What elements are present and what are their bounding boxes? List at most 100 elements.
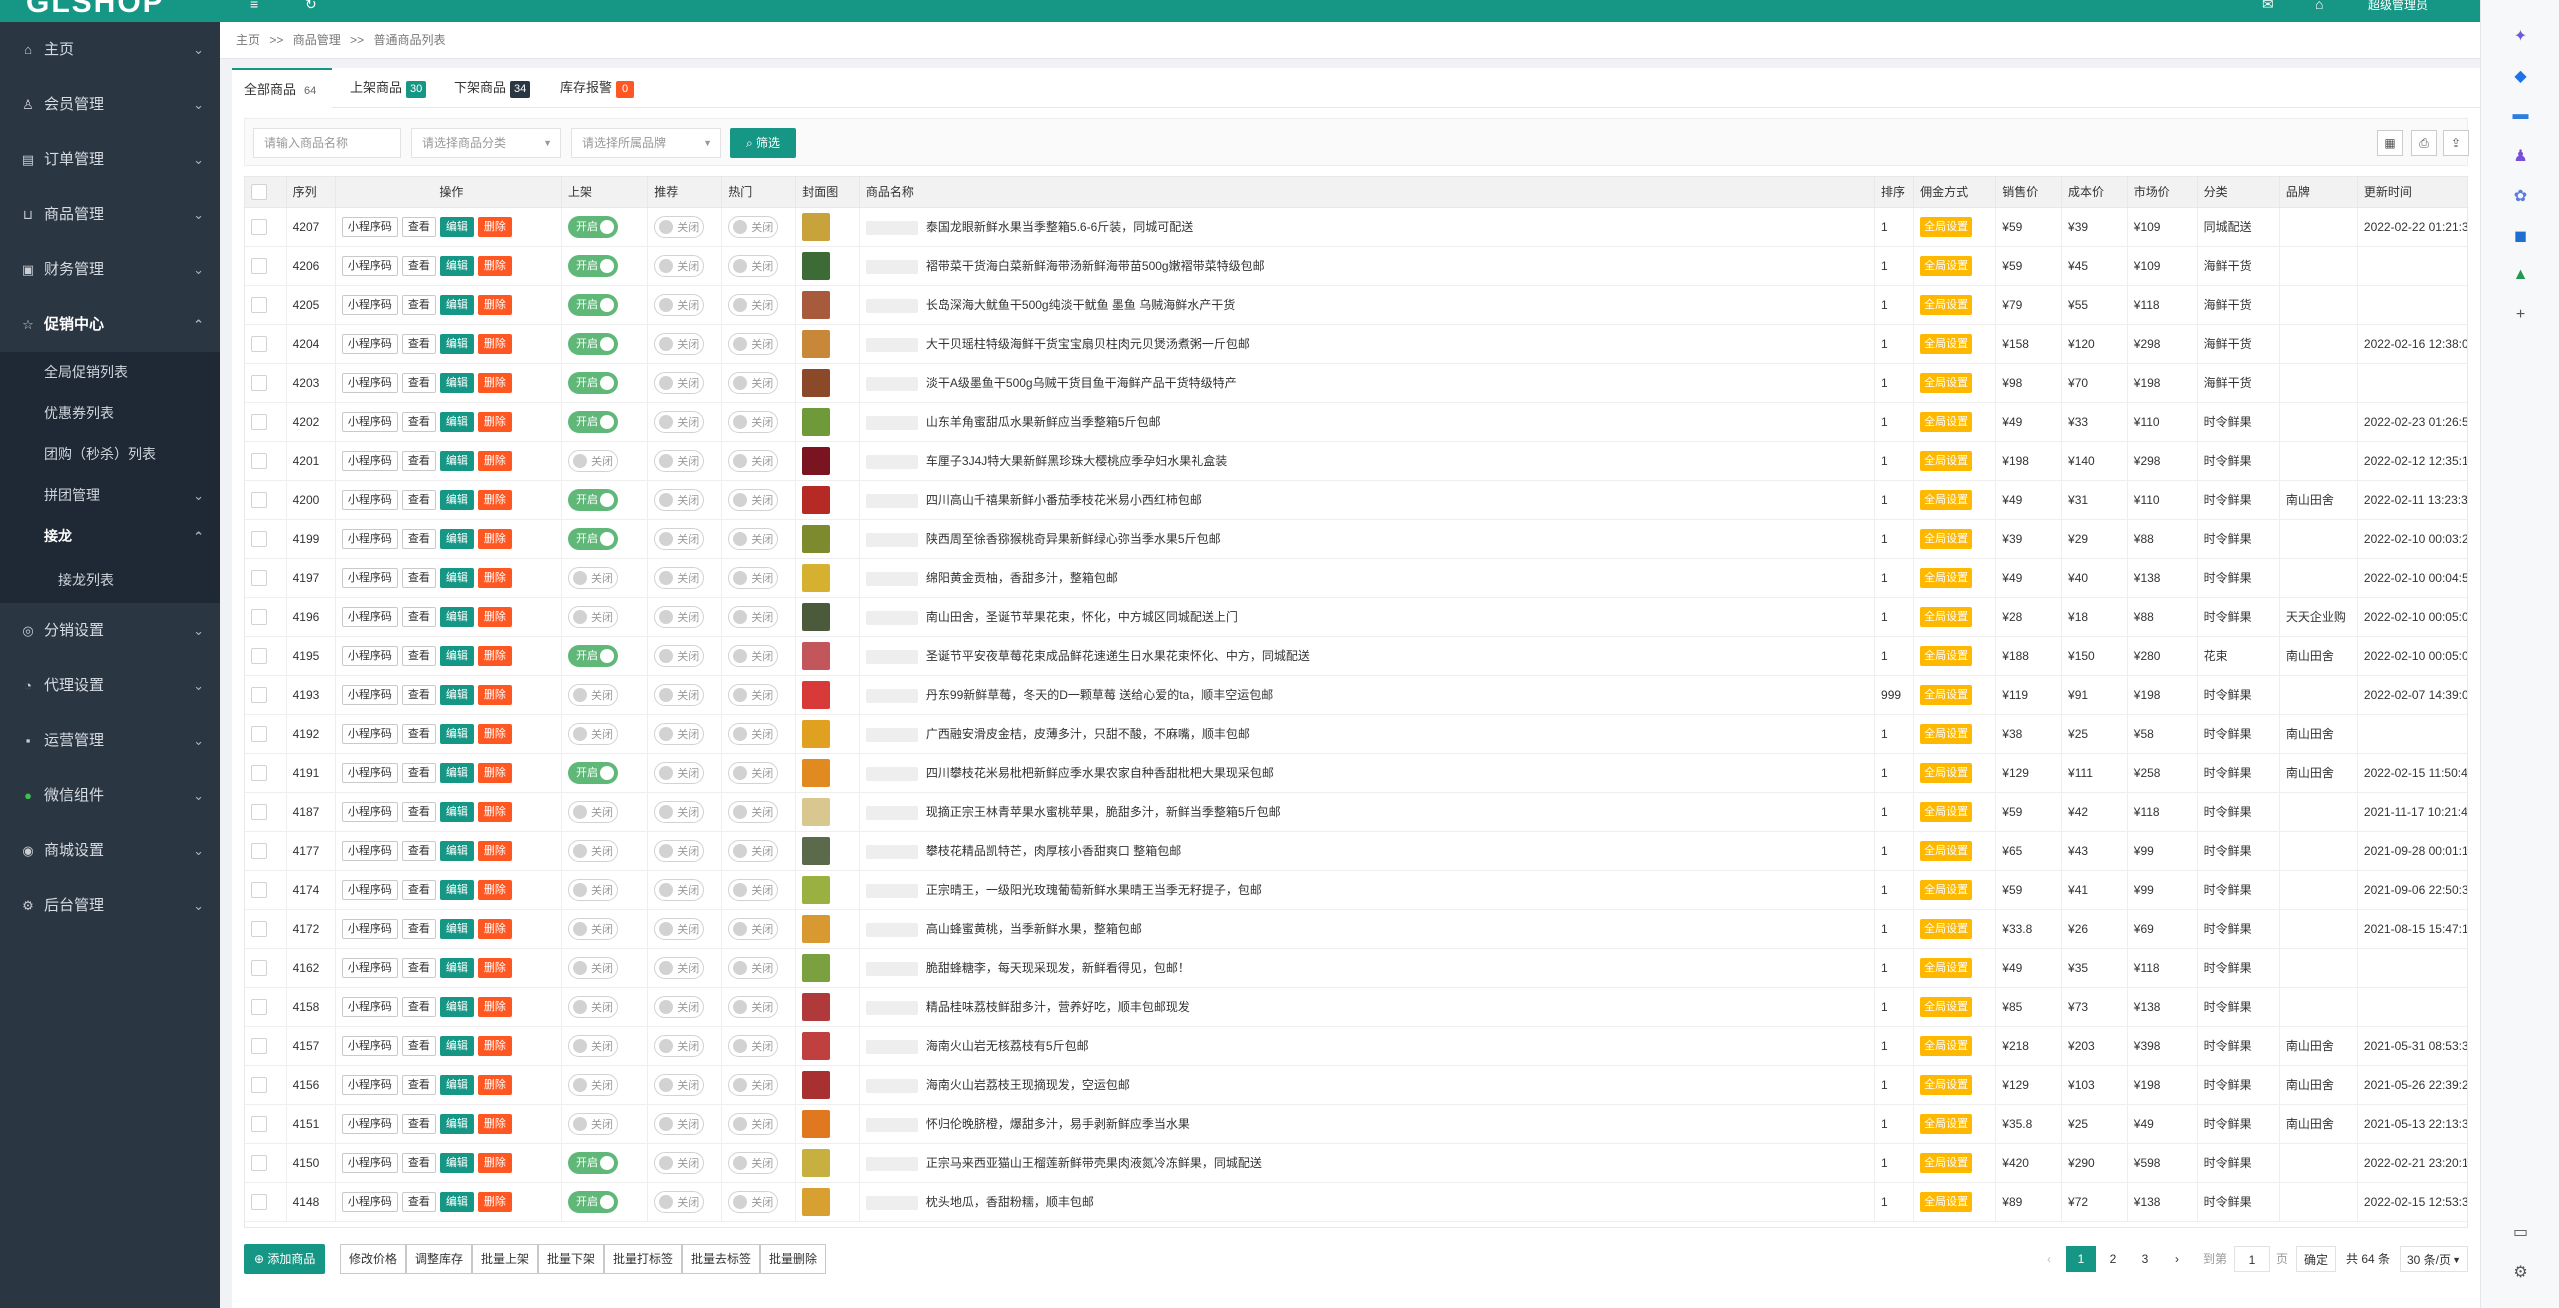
commission-button[interactable]: 全局设置 [1920,489,1973,510]
commission-button[interactable]: 全局设置 [1920,723,1973,744]
delete-button[interactable]: 删除 [477,255,512,276]
cost-cell[interactable]: ¥55 [2061,285,2128,325]
shelf-toggle[interactable]: 关闭 [567,917,618,940]
column-header[interactable]: 排序 [1874,177,1915,208]
view-button[interactable]: 查看 [401,489,436,510]
shelf-toggle[interactable]: 开启 [567,1190,618,1213]
product-thumbnail[interactable] [802,407,831,436]
row-checkbox[interactable] [251,491,267,508]
view-button[interactable]: 查看 [401,996,436,1017]
mini-program-code-button[interactable]: 小程序码 [341,489,398,510]
commission-button[interactable]: 全局设置 [1920,1074,1973,1095]
cost-cell[interactable]: ¥140 [2061,441,2128,481]
product-name[interactable]: 褶带菜干货海白菜新鲜海带汤新鲜海带苗500g嫩褶带菜特级包邮 [926,259,1265,273]
select-all-checkbox[interactable] [251,183,267,200]
product-thumbnail[interactable] [802,992,831,1021]
batch-delete-button[interactable]: 批量删除 [760,1244,827,1274]
row-checkbox[interactable] [251,374,267,391]
shelf-toggle[interactable]: 开启 [567,1151,618,1174]
market-price-cell[interactable]: ¥118 [2127,948,2198,988]
view-button[interactable]: 查看 [401,294,436,315]
market-price-cell[interactable]: ¥598 [2127,1143,2198,1183]
sort-cell[interactable]: 1 [1874,909,1915,949]
product-name[interactable]: 泰国龙眼新鲜水果当季整箱5.6-6斤装，同城可配送 [926,220,1193,234]
recommend-toggle[interactable]: 关闭 [654,722,705,745]
market-price-cell[interactable]: ¥99 [2127,870,2198,910]
row-checkbox[interactable] [251,218,267,235]
recommend-toggle[interactable]: 关闭 [654,449,705,472]
recommend-toggle[interactable]: 关闭 [654,332,705,355]
cost-cell[interactable]: ¥150 [2061,636,2128,676]
recommend-toggle[interactable]: 关闭 [654,1190,705,1213]
cost-cell[interactable]: ¥39 [2061,207,2128,247]
shelf-toggle[interactable]: 开启 [567,644,618,667]
sort-cell[interactable]: 1 [1874,1182,1915,1222]
cost-cell[interactable]: ¥290 [2061,1143,2128,1183]
price-cell[interactable]: ¥33.8 [1995,909,2063,949]
hot-toggle[interactable]: 关闭 [728,878,779,901]
cost-cell[interactable]: ¥103 [2061,1065,2128,1105]
delete-button[interactable]: 删除 [477,1191,512,1212]
sidebar-item-distribution[interactable]: ◎ 分销设置 ⌄ [0,603,220,658]
cost-cell[interactable]: ¥45 [2061,246,2128,286]
view-button[interactable]: 查看 [401,450,436,471]
row-checkbox[interactable] [251,959,267,976]
view-button[interactable]: 查看 [401,333,436,354]
shelf-toggle[interactable]: 开启 [567,332,618,355]
cost-cell[interactable]: ¥29 [2061,519,2128,559]
product-thumbnail[interactable] [802,563,831,592]
price-cell[interactable]: ¥35.8 [1995,1104,2063,1144]
row-checkbox[interactable] [251,452,267,469]
recommend-toggle[interactable]: 关闭 [654,527,705,550]
commission-button[interactable]: 全局设置 [1920,957,1973,978]
price-cell[interactable]: ¥59 [1995,207,2063,247]
edit-button[interactable]: 编辑 [439,918,474,939]
product-name[interactable]: 海南火山岩荔枝王现摘现发，空运包邮 [926,1078,1130,1092]
row-checkbox[interactable] [251,803,267,820]
sidebar-item-products[interactable]: ⊔ 商品管理 ⌄ [0,187,220,242]
product-thumbnail[interactable] [802,680,831,709]
price-cell[interactable]: ¥85 [1995,987,2063,1027]
edit-button[interactable]: 编辑 [439,528,474,549]
recommend-toggle[interactable]: 关闭 [654,956,705,979]
row-checkbox[interactable] [251,1037,267,1054]
commission-button[interactable]: 全局设置 [1920,567,1973,588]
sort-cell[interactable]: 1 [1874,1026,1915,1066]
sort-cell[interactable]: 1 [1874,285,1915,325]
recommend-toggle[interactable]: 关闭 [654,371,705,394]
product-thumbnail[interactable] [802,290,831,319]
edit-button[interactable]: 编辑 [439,762,474,783]
market-price-cell[interactable]: ¥88 [2127,597,2198,637]
cost-cell[interactable]: ¥120 [2061,324,2128,364]
goto-confirm-button[interactable]: 确定 [2296,1246,2336,1272]
view-button[interactable]: 查看 [401,801,436,822]
cost-cell[interactable]: ¥31 [2061,480,2128,520]
product-name[interactable]: 正宗马来西亚猫山王榴莲新鲜带壳果肉液氮冷冻鲜果，同城配送 [926,1156,1262,1170]
recommend-toggle[interactable]: 关闭 [654,215,705,238]
product-name[interactable]: 海南火山岩无核荔枝有5斤包邮 [926,1039,1089,1053]
hot-toggle[interactable]: 关闭 [728,995,779,1018]
cost-cell[interactable]: ¥41 [2061,870,2128,910]
market-price-cell[interactable]: ¥198 [2127,675,2198,715]
cost-cell[interactable]: ¥70 [2061,363,2128,403]
mini-program-code-button[interactable]: 小程序码 [341,723,398,744]
cost-cell[interactable]: ¥40 [2061,558,2128,598]
outlook-icon[interactable]: ◼ [2481,226,2559,246]
tab-all-products[interactable]: 全部商品 64 [232,68,333,109]
shelf-toggle[interactable]: 开启 [567,488,618,511]
view-button[interactable]: 查看 [401,528,436,549]
cost-cell[interactable]: ¥111 [2061,753,2128,793]
next-page-icon[interactable]: › [2162,1246,2192,1272]
user-name[interactable]: 超级管理员 [2368,0,2428,13]
edit-button[interactable]: 编辑 [439,255,474,276]
price-cell[interactable]: ¥49 [1995,558,2063,598]
hot-toggle[interactable]: 关闭 [728,254,779,277]
add-product-button[interactable]: ⊕ 添加商品 [244,1244,326,1274]
sparkle-icon[interactable]: ✦ [2481,26,2559,46]
commission-button[interactable]: 全局设置 [1920,879,1973,900]
delete-button[interactable]: 删除 [477,840,512,861]
edit-button[interactable]: 编辑 [439,957,474,978]
hot-toggle[interactable]: 关闭 [728,332,779,355]
sort-cell[interactable]: 1 [1874,1065,1915,1105]
shelf-toggle[interactable]: 关闭 [567,566,618,589]
